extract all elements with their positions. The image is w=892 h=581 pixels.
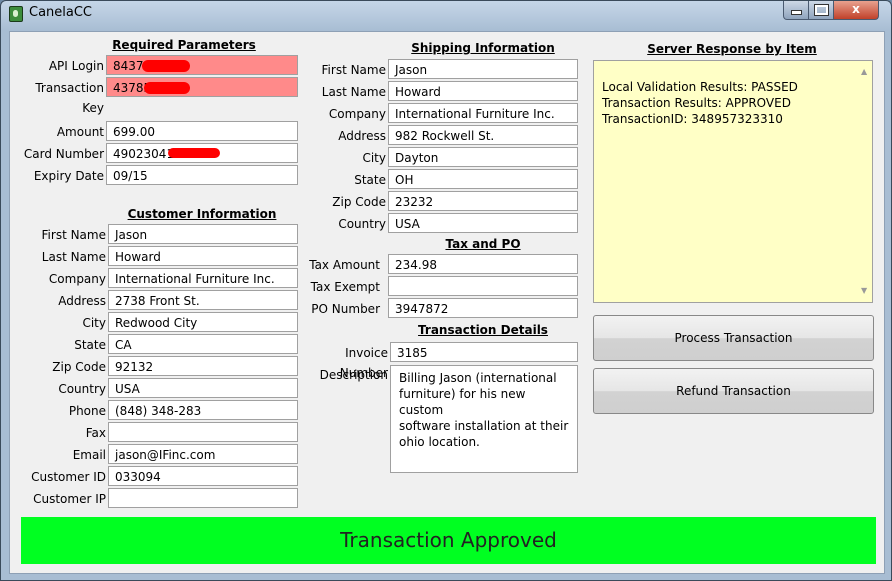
shipping-company-label: Company [328, 107, 386, 121]
customer-zip-label: Zip Code [52, 360, 106, 374]
api-login-label: API Login [48, 59, 104, 73]
process-transaction-button[interactable]: Process Transaction [593, 315, 874, 361]
transaction-status-bar: Transaction Approved [21, 517, 876, 564]
scroll-up-icon[interactable]: ▲ [861, 64, 867, 80]
main-panel: Required Parameters API Login 84375 Tran… [9, 31, 885, 574]
close-icon: x [852, 2, 860, 16]
response-scrollbar[interactable]: ▲ ▼ [858, 61, 872, 302]
customer-city-label: City [82, 316, 106, 330]
po-number-input[interactable]: 3947872 [388, 298, 578, 318]
customer-state-label: State [74, 338, 106, 352]
app-icon [9, 6, 23, 22]
expiry-date-label: Expiry Date [33, 169, 104, 183]
customer-city-input[interactable]: Redwood City [108, 312, 298, 332]
api-login-input[interactable]: 84375 [106, 55, 298, 75]
shipping-first-name-label: First Name [321, 63, 386, 77]
shipping-country-label: Country [338, 217, 386, 231]
shipping-company-input[interactable]: International Furniture Inc. [388, 103, 578, 123]
shipping-state-input[interactable]: OH [388, 169, 578, 189]
customer-address-label: Address [58, 294, 106, 308]
customer-phone-input[interactable]: (848) 348-283 [108, 400, 298, 420]
customer-id-input[interactable]: 033094 [108, 466, 298, 486]
shipping-address-input[interactable]: 982 Rockwell St. [388, 125, 578, 145]
description-textarea[interactable]: Billing Jason (international furniture) … [390, 365, 578, 473]
maximize-button[interactable] [808, 1, 834, 20]
customer-email-label: Email [72, 448, 106, 462]
po-number-label: PO Number [311, 302, 380, 316]
shipping-country-input[interactable]: USA [388, 213, 578, 233]
customer-company-label: Company [48, 272, 106, 286]
customer-last-name-input[interactable]: Howard [108, 246, 298, 266]
shipping-last-name-label: Last Name [321, 85, 386, 99]
shipping-city-input[interactable]: Dayton [388, 147, 578, 167]
app-window: CanelaCC x Required Parameters API Login… [0, 0, 892, 581]
invoice-number-input[interactable]: 3185 [390, 342, 578, 362]
shipping-info-header: Shipping Information [411, 41, 555, 55]
shipping-zip-label: Zip Code [332, 195, 386, 209]
transaction-details-header: Transaction Details [418, 323, 548, 337]
customer-country-input[interactable]: USA [108, 378, 298, 398]
tax-po-header: Tax and PO [445, 237, 521, 251]
shipping-address-label: Address [338, 129, 386, 143]
customer-state-input[interactable]: CA [108, 334, 298, 354]
server-response-header: Server Response by Item [647, 42, 817, 56]
customer-phone-label: Phone [68, 404, 106, 418]
response-line: Local Validation Results: PASSED [602, 80, 798, 94]
customer-ip-input[interactable] [108, 488, 298, 508]
transaction-key-label: Transaction Key [35, 81, 104, 115]
shipping-last-name-input[interactable]: Howard [388, 81, 578, 101]
redaction-mark [142, 60, 190, 72]
customer-fax-label: Fax [85, 426, 106, 440]
tax-amount-label: Tax Amount [309, 258, 380, 272]
customer-ip-label: Customer IP [33, 492, 106, 506]
shipping-state-label: State [354, 173, 386, 187]
customer-country-label: Country [58, 382, 106, 396]
tax-exempt-label: Tax Exempt [310, 280, 380, 294]
invoice-number-label: Invoice Number [339, 346, 388, 380]
customer-info-header: Customer Information [127, 207, 277, 221]
minimize-button[interactable] [783, 1, 809, 20]
customer-fax-input[interactable] [108, 422, 298, 442]
scroll-down-icon[interactable]: ▼ [861, 283, 867, 299]
title-bar[interactable]: CanelaCC x [1, 1, 891, 25]
window-title: CanelaCC [29, 5, 93, 20]
card-number-label: Card Number [23, 147, 104, 161]
shipping-zip-input[interactable]: 23232 [388, 191, 578, 211]
refund-transaction-button[interactable]: Refund Transaction [593, 368, 874, 414]
shipping-city-label: City [362, 151, 386, 165]
server-response-box[interactable]: Local Validation Results: PASSED Transac… [593, 60, 873, 303]
description-label: Description [319, 368, 388, 382]
maximize-icon [813, 4, 829, 16]
redaction-mark [144, 82, 190, 94]
response-line: TransactionID: 348957323310 [602, 112, 783, 126]
customer-address-input[interactable]: 2738 Front St. [108, 290, 298, 310]
shipping-first-name-input[interactable]: Jason [388, 59, 578, 79]
customer-first-name-input[interactable]: Jason [108, 224, 298, 244]
customer-id-label: Customer ID [31, 470, 106, 484]
expiry-date-input[interactable]: 09/15 [106, 165, 298, 185]
customer-zip-input[interactable]: 92132 [108, 356, 298, 376]
customer-last-name-label: Last Name [41, 250, 106, 264]
redaction-mark [168, 148, 220, 158]
amount-label: Amount [56, 125, 104, 139]
customer-email-input[interactable]: jason@IFinc.com [108, 444, 298, 464]
transaction-key-input[interactable]: 43785 [106, 77, 298, 97]
required-params-header: Required Parameters [112, 38, 256, 52]
tax-amount-input[interactable]: 234.98 [388, 254, 578, 274]
customer-company-input[interactable]: International Furniture Inc. [108, 268, 298, 288]
customer-first-name-label: First Name [41, 228, 106, 242]
tax-exempt-input[interactable] [388, 276, 578, 296]
response-line: Transaction Results: APPROVED [602, 96, 791, 110]
amount-input[interactable]: 699.00 [106, 121, 298, 141]
close-button[interactable]: x [833, 1, 879, 20]
minimize-icon [790, 10, 802, 15]
